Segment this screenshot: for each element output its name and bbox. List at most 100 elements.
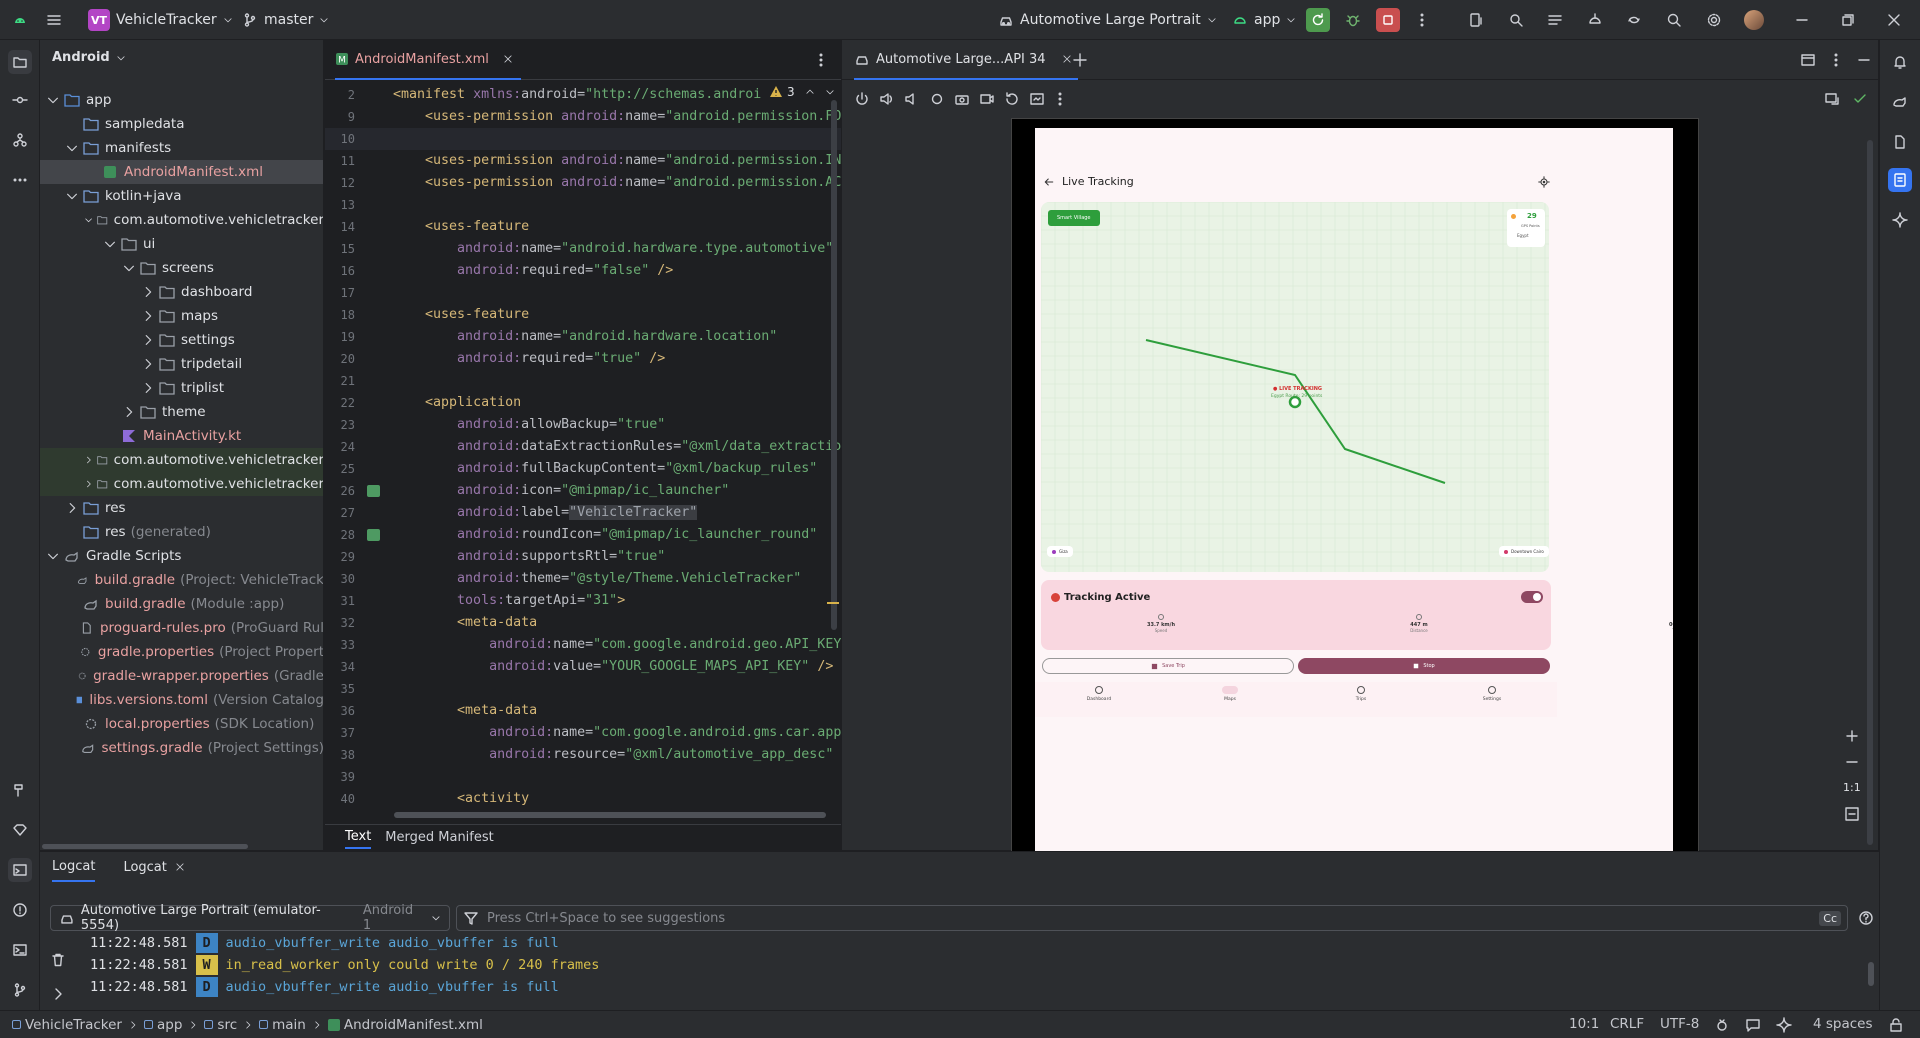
- chevron-right-icon[interactable]: [65, 501, 79, 515]
- device-screen[interactable]: Live Tracking Smart Village 29 GPS Point…: [1035, 128, 1673, 890]
- help-icon[interactable]: [1858, 910, 1874, 926]
- tree-item[interactable]: manifests: [40, 136, 323, 160]
- running-devices-button[interactable]: [1888, 168, 1912, 192]
- nav-item-trips[interactable]: Trips: [1331, 684, 1391, 702]
- nav-item-settings[interactable]: Settings: [1462, 684, 1522, 702]
- horizontal-scrollbar[interactable]: [42, 844, 248, 849]
- vertical-scrollbar[interactable]: [831, 100, 837, 630]
- code-area[interactable]: 2 <manifest xmlns:android="http://schemas…: [325, 82, 841, 810]
- close-icon[interactable]: [503, 54, 513, 64]
- lock-icon[interactable]: [1888, 1017, 1904, 1033]
- tree-item[interactable]: gradle.properties (Project Propert: [40, 640, 323, 664]
- screen-mirror-icon[interactable]: [1824, 91, 1840, 107]
- avatar[interactable]: [1742, 8, 1766, 32]
- tree-item[interactable]: sampledata: [40, 112, 323, 136]
- editor-bottom-tab[interactable]: Merged Manifest: [385, 827, 493, 848]
- chevron-right-icon[interactable]: [84, 477, 93, 491]
- tree-item[interactable]: gradle-wrapper.properties (Gradle: [40, 664, 323, 688]
- layout-icon[interactable]: [1800, 52, 1816, 68]
- gemini-button[interactable]: [1888, 208, 1912, 232]
- logcat-tab[interactable]: Logcat: [52, 852, 96, 882]
- emulator-tab[interactable]: Automotive Large...API 34: [854, 40, 1078, 80]
- zoom-fit-icon[interactable]: [1844, 806, 1860, 822]
- chevron-down-icon[interactable]: [46, 93, 60, 107]
- log-row[interactable]: 11:22:48.581 Daudio_vbuffer_write audio_v…: [90, 932, 559, 954]
- tree-item[interactable]: MainActivity.kt: [40, 424, 323, 448]
- gradle-sync-button[interactable]: [1622, 8, 1646, 32]
- breadcrumb-item[interactable]: app: [143, 1017, 182, 1033]
- problems-tool-button[interactable]: [8, 898, 32, 922]
- breadcrumb-item[interactable]: src: [204, 1017, 237, 1033]
- tree-item[interactable]: build.gradle (Module :app): [40, 592, 323, 616]
- warning-marker[interactable]: [827, 602, 839, 604]
- device-selector[interactable]: Automotive Large Portrait: [998, 0, 1217, 40]
- vcs-tool-button[interactable]: [8, 978, 32, 1002]
- breadcrumb-item[interactable]: main: [259, 1017, 306, 1033]
- chevron-right-icon[interactable]: [141, 333, 155, 347]
- add-icon[interactable]: [1072, 52, 1088, 68]
- power-icon[interactable]: [854, 91, 870, 107]
- chevron-down-icon[interactable]: [46, 549, 60, 563]
- stop-tracking-button[interactable]: Stop: [1298, 658, 1550, 674]
- tree-item[interactable]: Gradle Scripts: [40, 544, 323, 568]
- project-switcher[interactable]: VT VehicleTracker: [88, 0, 233, 40]
- commit-tool-button[interactable]: [8, 88, 32, 112]
- inspection-widget[interactable]: 3: [769, 85, 835, 99]
- gradle-tool-button[interactable]: [1888, 90, 1912, 114]
- more-tools-button[interactable]: [8, 168, 32, 192]
- image-gutter-icon[interactable]: [367, 485, 380, 497]
- tree-item[interactable]: com.automotive.vehicletracker: [40, 472, 323, 496]
- logcat-filter-input[interactable]: Press Ctrl+Space to see suggestions Cc: [456, 905, 1848, 931]
- project-tool-button[interactable]: [8, 50, 32, 74]
- structure-tool-button[interactable]: [8, 128, 32, 152]
- tree-item[interactable]: com.automotive.vehicletracker: [40, 208, 323, 232]
- search-button[interactable]: [1662, 8, 1686, 32]
- chevron-down-icon[interactable]: [84, 213, 93, 227]
- notifications-button[interactable]: [1888, 50, 1912, 74]
- zoom-actual-size-button[interactable]: 1:1: [1843, 781, 1861, 794]
- tracking-toggle[interactable]: [1521, 591, 1543, 603]
- zoom-out-icon[interactable]: [1844, 754, 1860, 770]
- volume-up-icon[interactable]: [879, 91, 895, 107]
- camera-icon[interactable]: [954, 91, 970, 107]
- line-separator[interactable]: CRLF: [1610, 1016, 1644, 1032]
- my-location-icon[interactable]: [1538, 176, 1550, 188]
- chevron-down-icon[interactable]: [103, 237, 117, 251]
- tree-item[interactable]: settings: [40, 328, 323, 352]
- match-case-toggle[interactable]: Cc: [1819, 910, 1841, 926]
- more-actions-button[interactable]: [1410, 8, 1434, 32]
- tree-item[interactable]: triplist: [40, 376, 323, 400]
- map-view[interactable]: Smart Village 29 GPS Points Egypt ● LIVE…: [1041, 202, 1549, 572]
- tree-item[interactable]: com.automotive.vehicletracker: [40, 448, 323, 472]
- sdk-manager-button[interactable]: [1583, 8, 1607, 32]
- chevron-right-icon[interactable]: [84, 453, 93, 467]
- chevron-right-icon[interactable]: [141, 357, 155, 371]
- stop-button[interactable]: [1376, 8, 1400, 32]
- reset-icon[interactable]: [1004, 91, 1020, 107]
- tree-item[interactable]: AndroidManifest.xml: [40, 160, 323, 184]
- chevron-down-icon[interactable]: [65, 141, 79, 155]
- tree-item[interactable]: tripdetail: [40, 352, 323, 376]
- tree-item[interactable]: dashboard: [40, 280, 323, 304]
- log-row[interactable]: 11:22:48.581 Daudio_vbuffer_write audio_v…: [90, 976, 559, 998]
- settings-button[interactable]: [1702, 8, 1726, 32]
- nav-item-maps[interactable]: Maps: [1200, 684, 1260, 702]
- editor-tab-androidmanifest[interactable]: M AndroidManifest.xml: [335, 40, 521, 80]
- tree-item[interactable]: build.gradle (Project: VehicleTrack: [40, 568, 323, 592]
- chevron-down-icon[interactable]: [65, 189, 79, 203]
- editor-bottom-tab[interactable]: Text: [345, 826, 372, 849]
- tree-item[interactable]: screens: [40, 256, 323, 280]
- file-encoding[interactable]: UTF-8: [1660, 1016, 1699, 1032]
- indent-setting[interactable]: 4 spaces: [1813, 1016, 1873, 1032]
- breadcrumb-item[interactable]: AndroidManifest.xml: [327, 1017, 483, 1033]
- vertical-scrollbar[interactable]: [1868, 962, 1874, 986]
- minimize-icon[interactable]: [1856, 52, 1872, 68]
- chevron-right-icon[interactable]: [50, 986, 66, 1002]
- horizontal-scrollbar[interactable]: [394, 812, 826, 818]
- chevron-right-icon[interactable]: [141, 285, 155, 299]
- logcat-device-selector[interactable]: Automotive Large Portrait (emulator-5554…: [50, 903, 450, 933]
- main-menu-button[interactable]: [46, 0, 62, 40]
- save-trip-button[interactable]: Save Trip: [1042, 658, 1294, 674]
- rerun-button[interactable]: [1306, 8, 1330, 32]
- restore-window-button[interactable]: [1836, 8, 1860, 32]
